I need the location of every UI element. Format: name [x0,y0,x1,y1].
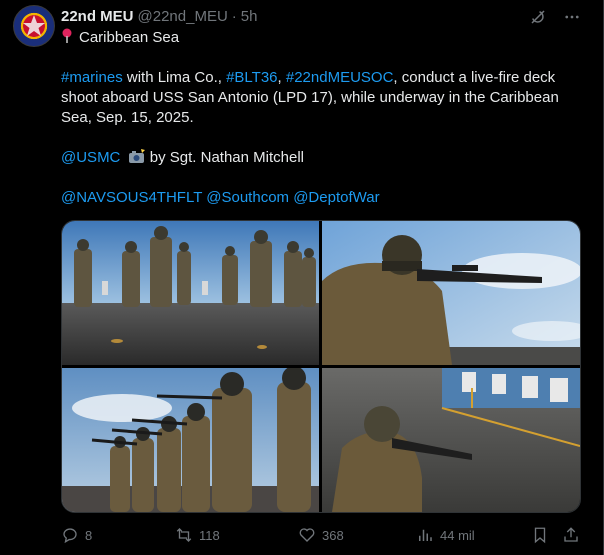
photo-firing-line-image [62,368,319,512]
text-segment: , [277,69,286,86]
hashtag-marines[interactable]: #marines [61,69,123,86]
photo-rifle-aim-image [322,221,580,365]
reply-button[interactable]: 8 [61,524,92,546]
tweet-header: 22nd MEU @22nd_MEU · 5h [61,6,584,26]
repost-button[interactable]: 118 [175,524,220,546]
action-bar: 8 118 368 44 mil [61,524,584,546]
camera-flash-icon [128,149,145,163]
reply-icon [63,528,77,544]
timestamp[interactable]: 5h [241,8,258,25]
photo-3[interactable] [62,368,319,512]
bookmark-icon [534,527,546,544]
mentions-line: @NAVSOUS4THFLT @Southcom @DeptofWar [61,188,581,208]
like-button[interactable]: 368 [298,524,344,546]
text-segment: with Lima Co., [122,69,227,86]
more-icon [565,15,579,19]
media-grid [61,220,581,513]
share-button[interactable] [562,524,580,546]
header-actions [528,7,582,27]
photo-deck-line-image [62,221,319,365]
photo-4[interactable] [322,368,580,512]
reply-count: 8 [85,527,93,543]
credit-text: by Sgt. Nathan Mitchell [145,149,304,166]
location-line: Caribbean Sea [61,28,581,48]
photo-deck-targets-image [322,368,580,512]
location-text: Caribbean Sea [79,29,180,46]
like-count: 368 [322,527,344,543]
tweet-text: #marines with Lima Co., #BLT36, #22ndMEU… [61,68,581,128]
location-pin-icon [62,28,72,43]
hashtag-22ndmeusoc[interactable]: #22ndMEUSOC [286,69,394,86]
avatar[interactable] [13,5,55,47]
more-button[interactable] [562,7,582,27]
mention-navsous4thflt[interactable]: @NAVSOUS4THFLT [61,189,202,206]
views-icon [419,529,432,541]
view-count: 44 mil [440,527,475,543]
grok-icon [531,10,545,24]
repost-count: 118 [199,527,220,543]
views-button[interactable]: 44 mil [416,524,475,546]
display-name[interactable]: 22nd MEU [61,8,134,25]
repost-icon [176,528,192,542]
bookmark-button[interactable] [531,524,549,546]
share-icon [564,527,578,542]
mention-southcom[interactable]: @Southcom [206,189,289,206]
user-handle[interactable]: @22nd_MEU [138,8,228,25]
like-icon [299,528,315,542]
hashtag-blt36[interactable]: #BLT36 [226,69,277,86]
grok-button[interactable] [528,7,548,27]
mention-deptofwar[interactable]: @DeptofWar [293,189,379,206]
photo-1[interactable] [62,221,319,365]
mention-usmc[interactable]: @USMC [61,149,120,166]
photo-credit: @USMC by Sgt. Nathan Mitchell [61,148,581,168]
unit-emblem-icon [23,15,45,36]
photo-2[interactable] [322,221,580,365]
separator: · [231,7,237,25]
